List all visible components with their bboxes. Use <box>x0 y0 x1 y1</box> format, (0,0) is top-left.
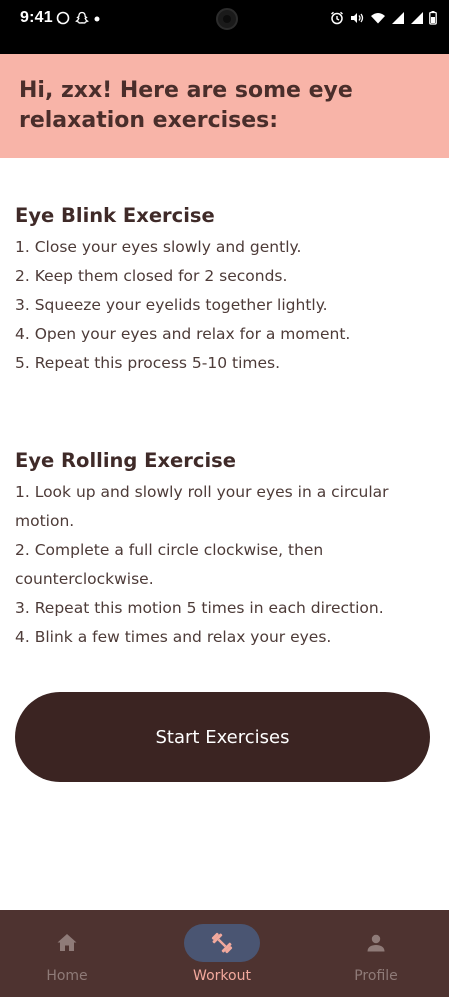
exercise-step: 2. Complete a full circle clockwise, the… <box>15 541 324 588</box>
signal-icon <box>392 12 404 24</box>
exercise-step: 1. Look up and slowly roll your eyes in … <box>15 483 389 530</box>
nav-icon-container <box>338 924 414 962</box>
eye-blink-exercise-section: Eye Blink Exercise 1. Close your eyes sl… <box>15 203 435 378</box>
exercise-step: 1. Close your eyes slowly and gently. <box>15 238 302 256</box>
signal-2-icon <box>411 12 423 24</box>
exercise-step: 3. Repeat this motion 5 times in each di… <box>15 599 384 617</box>
status-time: 9:41 <box>20 9 53 26</box>
nav-icon-container <box>29 924 105 962</box>
exercise-title: Eye Blink Exercise <box>15 204 215 227</box>
whatsapp-icon <box>56 11 70 25</box>
exercise-title: Eye Rolling Exercise <box>15 449 236 472</box>
exercise-step: 4. Open your eyes and relax for a moment… <box>15 325 351 343</box>
volume-icon <box>351 13 364 23</box>
exercise-step: 4. Blink a few times and relax your eyes… <box>15 628 332 646</box>
header-banner: Hi, zxx! Here are some eye relaxation ex… <box>0 54 449 158</box>
status-bar: 9:41 <box>0 0 449 54</box>
exercise-step: 3. Squeeze your eyelids together lightly… <box>15 296 328 314</box>
status-system-icons <box>330 11 437 25</box>
battery-icon <box>429 11 437 25</box>
home-icon <box>57 934 77 951</box>
wifi-icon <box>371 13 385 24</box>
bottom-navigation: Home Workout Profile <box>0 910 449 997</box>
exercise-step: 5. Repeat this process 5-10 times. <box>15 354 281 372</box>
nav-icon-container-active <box>184 924 260 962</box>
nav-item-workout[interactable]: Workout <box>167 910 277 997</box>
start-exercises-button[interactable]: Start Exercises <box>15 692 430 782</box>
nav-label-workout: Workout <box>193 968 251 984</box>
page-title: Hi, zxx! Here are some eye relaxation ex… <box>19 78 353 133</box>
snapchat-icon <box>75 11 89 24</box>
alarm-icon <box>331 11 343 25</box>
exercise-step: 2. Keep them closed for 2 seconds. <box>15 267 288 285</box>
eye-rolling-exercise-section: Eye Rolling Exercise 1. Look up and slow… <box>15 448 435 652</box>
start-exercises-label: Start Exercises <box>155 726 290 748</box>
nav-item-home[interactable]: Home <box>12 910 122 997</box>
status-notification-icons <box>56 11 100 25</box>
nav-label-home: Home <box>46 968 88 984</box>
front-camera <box>216 8 238 30</box>
nav-item-profile[interactable]: Profile <box>321 910 431 997</box>
dumbbell-icon <box>211 932 233 954</box>
person-icon <box>367 934 385 952</box>
dot-icon <box>94 16 100 22</box>
nav-label-profile: Profile <box>354 968 398 984</box>
